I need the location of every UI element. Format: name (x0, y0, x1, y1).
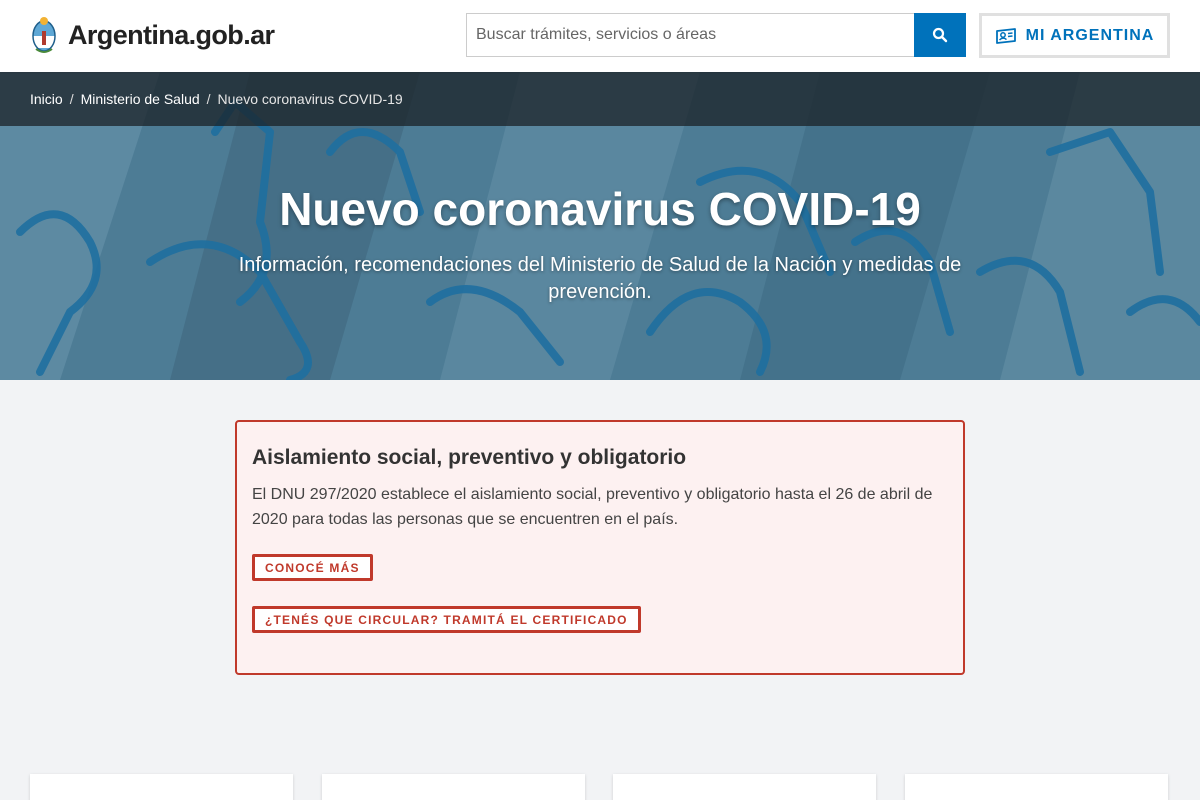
logo-text: Argentina.gob.ar (68, 19, 275, 50)
breadcrumb-separator: / (206, 91, 211, 107)
hero-banner: Inicio / Ministerio de Salud / Nuevo cor… (0, 72, 1200, 380)
mi-argentina-label: MI ARGENTINA (1025, 26, 1155, 44)
breadcrumb-item-current: Nuevo coronavirus COVID-19 (217, 91, 403, 107)
alert-title: Aislamiento social, preventivo y obligat… (252, 446, 687, 469)
mi-argentina-button[interactable]: MI ARGENTINA (979, 13, 1170, 58)
info-card[interactable] (30, 774, 293, 800)
site-header: Argentina.gob.ar MI ARGENTINA (0, 0, 1200, 72)
certificado-button[interactable]: ¿TENÉS QUE CIRCULAR? TRAMITÁ EL CERTIFIC… (252, 606, 641, 633)
alert-text: El DNU 297/2020 establece el aislamiento… (252, 486, 933, 528)
search-input[interactable] (466, 13, 914, 57)
site-logo[interactable]: Argentina.gob.ar (30, 14, 275, 56)
search-bar (466, 13, 966, 57)
breadcrumb-separator: / (69, 91, 74, 107)
page-subtitle: Información, recomendaciones del Ministe… (238, 254, 962, 303)
id-card-icon (995, 27, 1016, 44)
breadcrumb-item-ministerio[interactable]: Ministerio de Salud (81, 91, 200, 107)
breadcrumb: Inicio / Ministerio de Salud / Nuevo cor… (0, 72, 1200, 126)
alert-card: Aislamiento social, preventivo y obligat… (235, 420, 965, 675)
search-button[interactable] (914, 13, 966, 57)
info-card[interactable] (905, 774, 1168, 800)
info-card[interactable] (322, 774, 585, 800)
info-card[interactable] (613, 774, 876, 800)
page-title: Nuevo coronavirus COVID-19 (279, 183, 921, 235)
breadcrumb-item-inicio[interactable]: Inicio (30, 91, 63, 107)
search-icon (932, 27, 948, 43)
coat-of-arms-icon (32, 17, 56, 53)
conoce-mas-button[interactable]: CONOCÉ MÁS (252, 554, 373, 581)
